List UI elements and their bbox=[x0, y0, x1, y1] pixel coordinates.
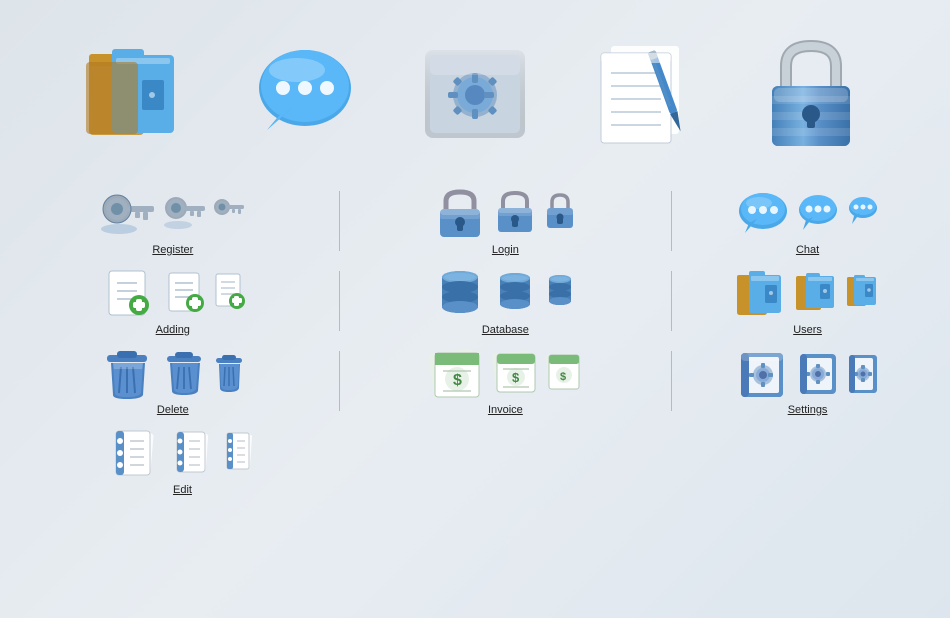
padlock-medium-icon bbox=[491, 188, 539, 238]
database-small-icon bbox=[541, 270, 579, 316]
svg-text:$: $ bbox=[560, 371, 566, 383]
users-large-icon bbox=[69, 30, 209, 160]
users-group: Users bbox=[700, 268, 915, 336]
padlock-large-icon bbox=[431, 186, 489, 240]
padlock-small-icon bbox=[541, 190, 579, 236]
adding-group: Adding bbox=[35, 266, 311, 336]
separator-4 bbox=[671, 271, 672, 331]
lock-large-icon bbox=[741, 30, 881, 160]
row-edit: Edit bbox=[35, 426, 915, 496]
settings-book-small-icon bbox=[844, 351, 882, 397]
edit-label[interactable]: Edit bbox=[173, 484, 192, 496]
edit-group: Edit bbox=[35, 426, 330, 496]
folders-medium-icon bbox=[794, 270, 842, 318]
invoice-group: $ $ bbox=[368, 346, 644, 416]
database-group: Database bbox=[368, 266, 644, 336]
trash-small-icon bbox=[210, 350, 248, 396]
chat-label[interactable]: Chat bbox=[796, 244, 819, 256]
key-small-icon bbox=[210, 191, 248, 235]
separator-1 bbox=[339, 191, 340, 251]
notes-large-icon bbox=[573, 30, 713, 160]
login-label[interactable]: Login bbox=[492, 244, 519, 256]
register-group: Register bbox=[35, 185, 311, 256]
svg-text:$: $ bbox=[453, 372, 462, 389]
large-icons-row bbox=[15, 15, 935, 180]
invoice-medium-icon: $ bbox=[490, 348, 542, 398]
settings-label[interactable]: Settings bbox=[788, 404, 828, 416]
edit-notepad-medium-icon bbox=[169, 428, 219, 478]
invoice-large-icon: $ bbox=[426, 346, 488, 400]
main-container: Register bbox=[0, 0, 950, 618]
chat-group: Chat bbox=[700, 188, 915, 256]
edit-notepad-large-icon bbox=[107, 426, 167, 480]
folders-small-icon bbox=[844, 271, 882, 317]
delete-label[interactable]: Delete bbox=[157, 404, 189, 416]
chat-bubble-medium-icon bbox=[794, 190, 842, 238]
settings-book-large-icon bbox=[734, 348, 792, 400]
settings-large-icon bbox=[405, 30, 545, 160]
folders-large-icon bbox=[734, 268, 792, 320]
key-medium-icon bbox=[160, 188, 208, 238]
separator-2 bbox=[671, 191, 672, 251]
separator-6 bbox=[671, 351, 672, 411]
key-large-icon bbox=[98, 185, 158, 240]
database-large-icon bbox=[431, 266, 489, 320]
database-medium-icon bbox=[491, 268, 539, 318]
invoice-small-icon: $ bbox=[544, 350, 584, 396]
chat-large-icon bbox=[237, 30, 377, 160]
trash-medium-icon bbox=[160, 348, 208, 398]
invoice-label[interactable]: Invoice bbox=[488, 404, 523, 416]
row-register-login-chat: Register bbox=[35, 185, 915, 256]
separator-5 bbox=[339, 351, 340, 411]
register-label[interactable]: Register bbox=[152, 244, 193, 256]
svg-text:$: $ bbox=[512, 370, 520, 385]
separator-3 bbox=[339, 271, 340, 331]
delete-group: Delete bbox=[35, 346, 311, 416]
notepad-add-large-icon bbox=[98, 266, 158, 320]
adding-label[interactable]: Adding bbox=[156, 324, 190, 336]
row-adding-database-users: Adding bbox=[35, 266, 915, 336]
database-label[interactable]: Database bbox=[482, 324, 529, 336]
edit-notepad-small-icon bbox=[221, 430, 259, 476]
trash-large-icon bbox=[98, 346, 158, 400]
notepad-add-medium-icon bbox=[160, 268, 208, 318]
login-group: Login bbox=[368, 186, 644, 256]
chat-bubble-large-icon bbox=[734, 188, 792, 240]
settings-group: Settings bbox=[700, 348, 915, 416]
row-delete-invoice-settings: Delete bbox=[35, 346, 915, 416]
settings-book-medium-icon bbox=[794, 350, 842, 398]
chat-bubble-small-icon bbox=[844, 192, 882, 236]
notepad-add-small-icon bbox=[210, 270, 248, 316]
users-label[interactable]: Users bbox=[793, 324, 822, 336]
